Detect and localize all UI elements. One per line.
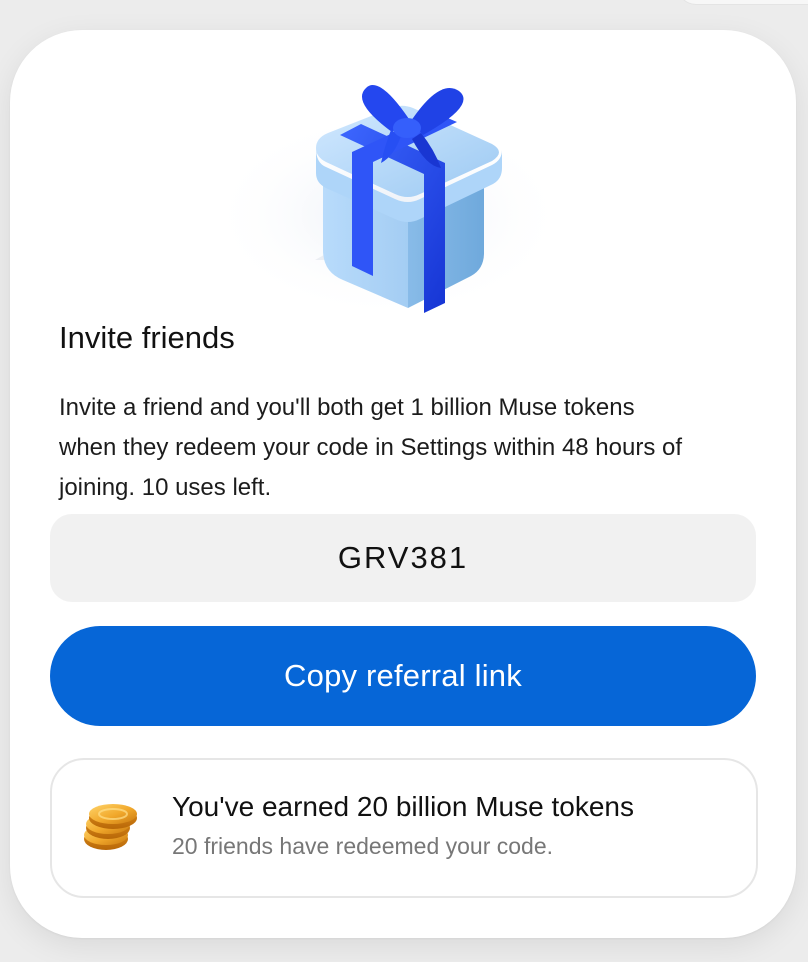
referral-description: Invite a friend and you'll both get 1 bi… — [59, 394, 683, 501]
redeemed-count-text: 20 friends have redeemed your code. — [172, 833, 554, 859]
copy-referral-link-button[interactable]: Copy referral link — [50, 626, 756, 726]
referral-code-field[interactable]: GRV381 — [50, 514, 756, 602]
invite-friends-card: Invite friends Invite a friend and you'l… — [10, 30, 796, 938]
earned-tokens-title: You've earned 20 billion Muse tokens — [172, 791, 634, 822]
gift-box-icon — [190, 70, 580, 320]
referral-code[interactable]: GRV381 — [338, 540, 468, 576]
coins-icon — [80, 798, 144, 858]
earned-tokens-summary: You've earned 20 billion Muse tokens 20 … — [50, 758, 758, 898]
invite-friends-title: Invite friends — [59, 320, 235, 355]
background-panel-edge — [678, 0, 808, 4]
